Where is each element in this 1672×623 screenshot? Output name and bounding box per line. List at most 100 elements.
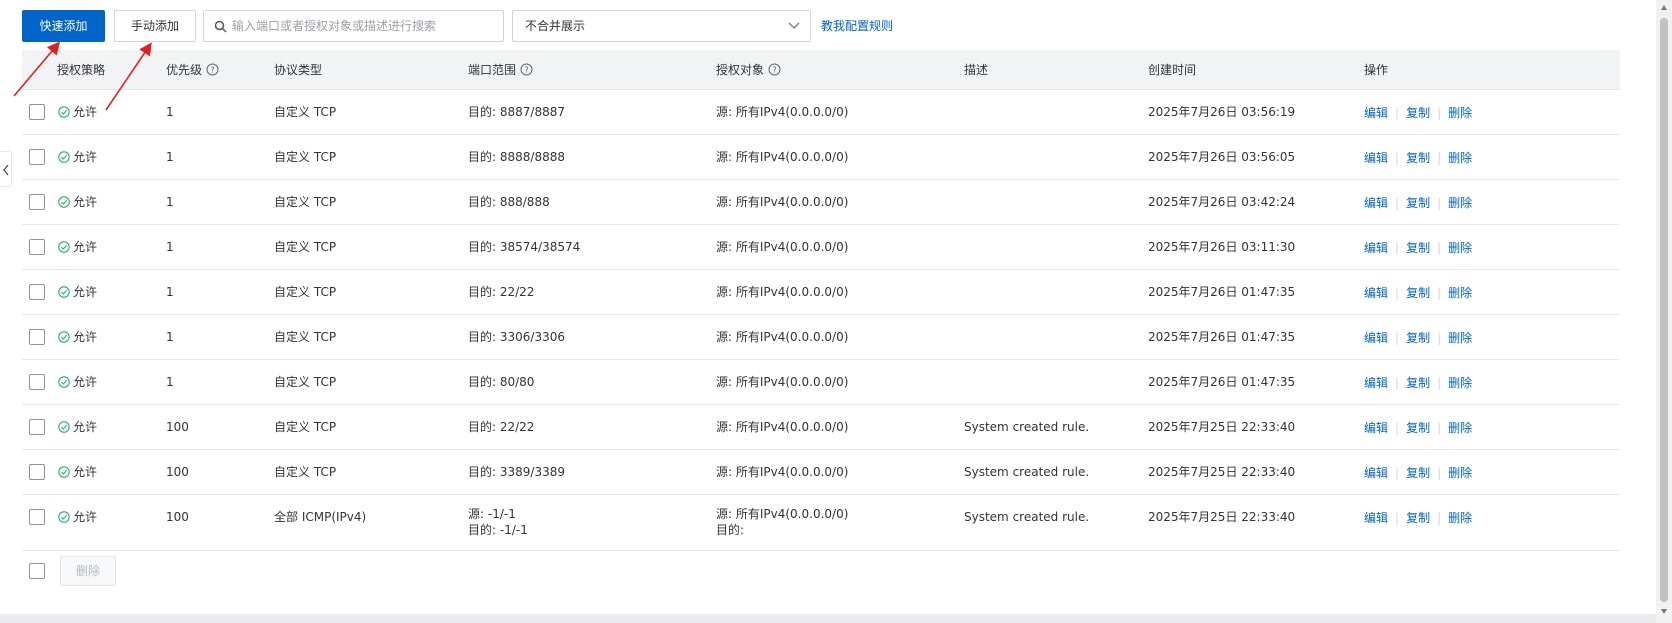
copy-link[interactable]: 复制 [1406, 241, 1430, 255]
vertical-scrollbar[interactable] [1656, 0, 1672, 623]
quick-add-button[interactable]: 快速添加 [22, 10, 105, 42]
copy-link[interactable]: 复制 [1406, 376, 1430, 390]
row-checkbox[interactable] [29, 419, 45, 435]
check-circle-icon [58, 330, 70, 343]
edit-link[interactable]: 编辑 [1364, 106, 1388, 120]
copy-link[interactable]: 复制 [1406, 196, 1430, 210]
created-time-cell: 2025年7月26日 03:11:30 [1148, 240, 1296, 254]
edit-link[interactable]: 编辑 [1364, 511, 1388, 525]
edit-link[interactable]: 编辑 [1364, 466, 1388, 480]
action-divider: | [1395, 421, 1400, 435]
auth-object-cell: 源: 所有IPv4(0.0.0.0/0) 目的: [716, 506, 848, 538]
help-circle-icon[interactable]: ? [206, 63, 219, 76]
policy-cell: 允许 [58, 419, 97, 435]
delete-link[interactable]: 删除 [1448, 466, 1472, 480]
policy-label: 允许 [73, 420, 98, 434]
port-range-cell: 目的: 3389/3389 [468, 464, 565, 480]
copy-link[interactable]: 复制 [1406, 286, 1430, 300]
action-divider: | [1437, 511, 1442, 525]
copy-link[interactable]: 复制 [1406, 511, 1430, 525]
action-divider: | [1437, 196, 1442, 210]
batch-delete-button[interactable]: 删除 [60, 556, 116, 586]
search-input[interactable] [232, 11, 497, 41]
col-actions: 操作 [1364, 63, 1389, 77]
display-mode-select[interactable]: 不合并展示 [512, 10, 811, 42]
policy-cell: 允许 [58, 284, 97, 300]
delete-link[interactable]: 删除 [1448, 376, 1472, 390]
delete-link[interactable]: 删除 [1448, 331, 1472, 345]
sidebar-collapse-toggle[interactable] [0, 151, 12, 187]
protocol-cell: 自定义 TCP [274, 330, 337, 344]
description-cell: System created rule. [964, 510, 1090, 524]
row-checkbox[interactable] [29, 329, 45, 345]
row-checkbox[interactable] [29, 194, 45, 210]
copy-link[interactable]: 复制 [1406, 421, 1430, 435]
edit-link[interactable]: 编辑 [1364, 376, 1388, 390]
row-checkbox[interactable] [29, 284, 45, 300]
action-divider: | [1437, 106, 1442, 120]
row-checkbox[interactable] [29, 509, 45, 525]
check-circle-icon [58, 195, 70, 208]
help-circle-icon[interactable]: ? [768, 63, 781, 76]
copy-link[interactable]: 复制 [1406, 151, 1430, 165]
display-mode-value: 不合并展示 [525, 19, 586, 33]
svg-text:?: ? [772, 66, 776, 75]
port-range-cell: 目的: 3306/3306 [468, 329, 565, 345]
delete-link[interactable]: 删除 [1448, 511, 1472, 525]
priority-cell: 1 [166, 330, 174, 344]
help-circle-icon[interactable]: ? [520, 63, 533, 76]
delete-link[interactable]: 删除 [1448, 421, 1472, 435]
col-port-range-label: 端口范围 [468, 63, 517, 77]
delete-link[interactable]: 删除 [1448, 196, 1472, 210]
auth-object-line: 源: 所有IPv4(0.0.0.0/0) [716, 507, 849, 521]
priority-cell: 100 [166, 510, 189, 524]
manual-add-button[interactable]: 手动添加 [114, 10, 196, 42]
priority-cell: 100 [166, 420, 189, 434]
scroll-down-icon[interactable] [1660, 607, 1668, 615]
table-row: 允许 100 自定义 TCP 目的: 3389/3389 源: 所有IPv4(0… [22, 450, 1620, 495]
toolbar: 快速添加 手动添加 不合并展示 教我配置规则 [22, 10, 1602, 42]
policy-cell: 允许 [58, 374, 97, 390]
copy-link[interactable]: 复制 [1406, 466, 1430, 480]
row-checkbox[interactable] [29, 239, 45, 255]
policy-cell: 允许 [58, 239, 97, 255]
action-divider: | [1437, 466, 1442, 480]
edit-link[interactable]: 编辑 [1364, 286, 1388, 300]
edit-link[interactable]: 编辑 [1364, 196, 1388, 210]
scrollbar-thumb[interactable] [1660, 18, 1668, 602]
policy-label: 允许 [73, 195, 98, 209]
table-body: 允许 1 自定义 TCP 目的: 8887/8887 源: 所有IPv4(0.0… [22, 90, 1620, 551]
delete-link[interactable]: 删除 [1448, 106, 1472, 120]
col-port-range: 端口范围? [468, 50, 533, 90]
delete-link[interactable]: 删除 [1448, 151, 1472, 165]
help-config-link[interactable]: 教我配置规则 [821, 10, 893, 42]
edit-link[interactable]: 编辑 [1364, 241, 1388, 255]
edit-link[interactable]: 编辑 [1364, 151, 1388, 165]
port-range-line: 目的: 8888/8888 [468, 150, 565, 164]
auth-object-cell: 源: 所有IPv4(0.0.0.0/0) [716, 149, 848, 165]
row-checkbox[interactable] [29, 104, 45, 120]
policy-cell: 允许 [58, 149, 97, 165]
auth-object-line: 源: 所有IPv4(0.0.0.0/0) [716, 150, 849, 164]
row-checkbox[interactable] [29, 464, 45, 480]
check-circle-icon [58, 375, 70, 388]
delete-link[interactable]: 删除 [1448, 286, 1472, 300]
col-protocol: 协议类型 [274, 63, 323, 77]
row-checkbox[interactable] [29, 149, 45, 165]
edit-link[interactable]: 编辑 [1364, 331, 1388, 345]
auth-object-cell: 源: 所有IPv4(0.0.0.0/0) [716, 239, 848, 255]
copy-link[interactable]: 复制 [1406, 331, 1430, 345]
row-actions: 编辑 | 复制 | 删除 [1364, 150, 1472, 166]
row-checkbox[interactable] [29, 374, 45, 390]
created-time-cell: 2025年7月25日 22:33:40 [1148, 465, 1296, 479]
select-all-checkbox[interactable] [29, 563, 45, 579]
protocol-cell: 全部 ICMP(IPv4) [274, 510, 367, 524]
edit-link[interactable]: 编辑 [1364, 421, 1388, 435]
delete-link[interactable]: 删除 [1448, 241, 1472, 255]
search-box[interactable] [203, 10, 504, 42]
copy-link[interactable]: 复制 [1406, 106, 1430, 120]
scroll-up-icon[interactable] [1660, 4, 1668, 12]
port-range-cell: 目的: 22/22 [468, 419, 534, 435]
created-time-cell: 2025年7月26日 01:47:35 [1148, 330, 1296, 344]
auth-object-cell: 源: 所有IPv4(0.0.0.0/0) [716, 419, 848, 435]
